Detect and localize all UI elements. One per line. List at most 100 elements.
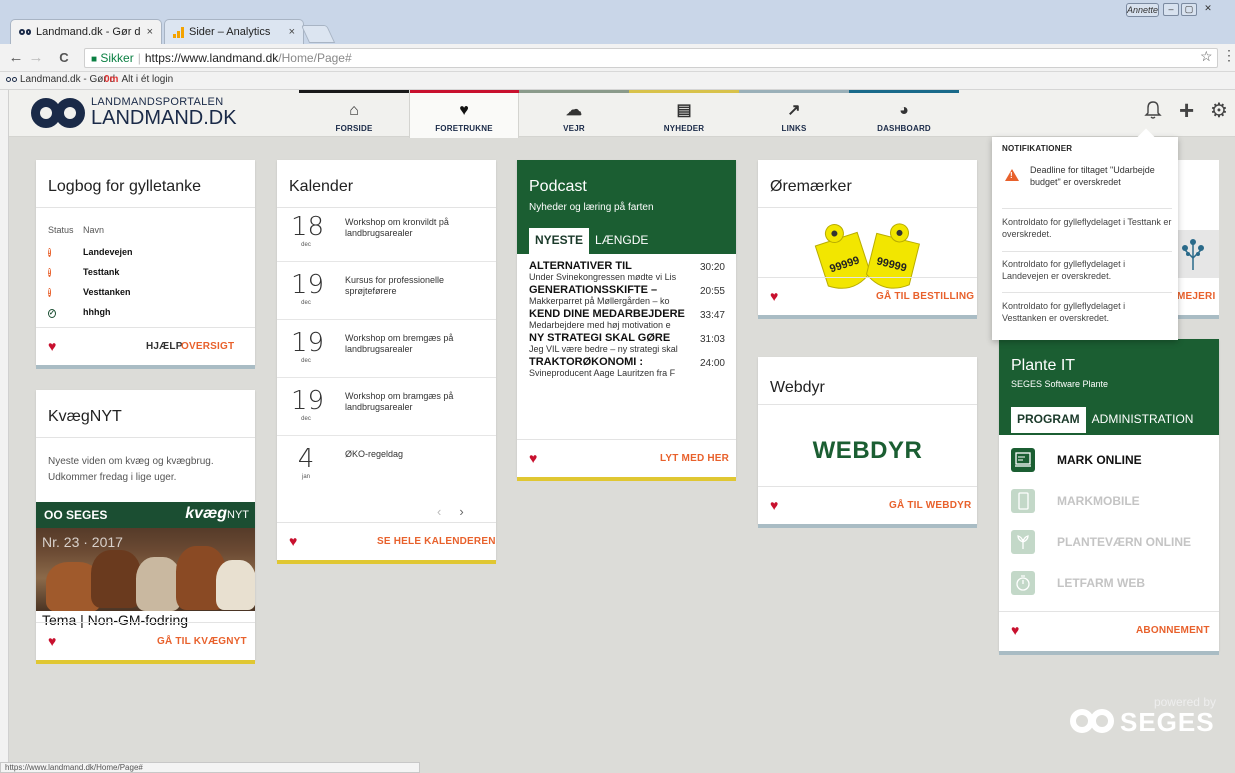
podcast-title: TRAKTORØKONOMI :: [529, 356, 644, 368]
back-arrow-icon[interactable]: ←: [8, 49, 24, 67]
kvaegnyt-link[interactable]: GÅ TIL KVÆGNYT: [157, 636, 247, 647]
heart-icon[interactable]: ♥: [770, 498, 784, 512]
podcast-length: 33:47: [699, 310, 725, 321]
mejeri-card: MEJERI: [1177, 160, 1219, 319]
calendar-event[interactable]: 4 jan ØKO-regeldag: [277, 436, 496, 494]
landmand-logo[interactable]: LANDMANDSPORTALEN LANDMAND.DK: [31, 97, 237, 128]
calendar-event[interactable]: 19 dec Kursus for professionelle sprøjte…: [277, 262, 496, 320]
card-footer: ♥ LYT MED HER: [517, 439, 736, 477]
calendar-event[interactable]: 19 dec Workshop om bramgæs på landbrugsa…: [277, 378, 496, 436]
notification-item[interactable]: Kontroldato for gylleflydelaget i Landev…: [1002, 258, 1172, 282]
tab-close-icon[interactable]: ×: [289, 26, 295, 38]
podcast-item[interactable]: NY STRATEGI SKAL GØRE Jeg VIL være bedre…: [529, 332, 729, 356]
nav-forside[interactable]: ⌂ FORSIDE: [299, 90, 409, 137]
bookmark-star-icon[interactable]: ☆: [1200, 48, 1213, 65]
subscription-link[interactable]: ABONNEMENT: [1136, 625, 1210, 636]
podcast-desc: Medarbejdere med høj motivation e: [529, 320, 671, 330]
profile-button[interactable]: Annette: [1126, 3, 1159, 17]
calendar-event[interactable]: 18 dec Workshop om kronvildt på landbrug…: [277, 204, 496, 262]
close-window-button[interactable]: ✕: [1200, 3, 1216, 16]
table-row[interactable]: ! Landevejen: [48, 242, 248, 262]
url-input[interactable]: ■ Sikker | https://www.landmand.dk/Home/Pa…: [84, 48, 1218, 68]
url-path: /Home/Page#: [278, 51, 352, 65]
kvaegnyt-logo: kvægNYT: [185, 505, 249, 522]
tab-nyeste[interactable]: NYESTE: [529, 228, 590, 254]
minimize-button[interactable]: –: [1163, 3, 1179, 16]
forward-arrow-icon[interactable]: →: [28, 49, 44, 67]
program-label: PLANTEVÆRN ONLINE: [1057, 534, 1192, 549]
tab-laengde[interactable]: LÆNGDE: [589, 228, 654, 254]
bookmark-landmand[interactable]: Landmand.dk - Gør d: [6, 74, 115, 85]
notifications-dropdown: NOTIFIKATIONER Deadline for tiltaget "Ud…: [992, 137, 1178, 340]
event-title: Workshop om bramgæs på landbrugsarealer: [345, 391, 454, 412]
tab-program[interactable]: PROGRAM: [1011, 407, 1086, 433]
podcast-desc: Jeg VIL være bedre – ny strategi skal: [529, 344, 678, 354]
nav-foretrukne[interactable]: ♥ FORETRUKNE: [409, 90, 520, 138]
podcast-item[interactable]: KEND DINE MEDARBEJDERE Medarbejdere med …: [529, 308, 729, 332]
nav-dashboard[interactable]: ◕ DASHBOARD: [849, 90, 959, 137]
browser-tab-landmand[interactable]: Landmand.dk - Gør det l ×: [10, 19, 162, 44]
nav-nyheder[interactable]: ▤ NYHEDER: [629, 90, 739, 137]
nav-links[interactable]: ↗ LINKS: [739, 90, 849, 137]
podcast-link[interactable]: LYT MED HER: [660, 453, 729, 464]
overview-link[interactable]: OVERSIGT: [181, 341, 234, 352]
bookmark-label: Landmand.dk - Gør d: [20, 74, 116, 85]
heart-icon[interactable]: ♥: [529, 451, 543, 465]
browser-titlebar: Landmand.dk - Gør det l × Sider – Analyt…: [0, 0, 1235, 44]
event-title: Workshop om kronvildt på landbrugsareale…: [345, 217, 449, 238]
seges-logo: OO SEGES: [44, 508, 108, 522]
webdyr-link[interactable]: GÅ TIL WEBDYR: [889, 500, 971, 511]
heart-icon[interactable]: ♥: [289, 534, 303, 548]
program-list: MARK ONLINE MARKMOBILE PLANTEVÆRN ONLINE…: [1011, 439, 1211, 603]
status-bar: https://www.landmand.dk/Home/Page#: [0, 762, 420, 773]
kvaegnyt-cover-image[interactable]: OO SEGES kvægNYT Nr. 23 · 2017: [36, 502, 255, 611]
calendar-link[interactable]: SE HELE KALENDEREN: [377, 536, 496, 547]
nav-vejr[interactable]: ☁ VEJR: [519, 90, 629, 137]
heart-icon[interactable]: ♥: [1011, 623, 1025, 637]
heart-icon[interactable]: ♥: [48, 339, 62, 353]
kvaegnyt-card: KvægNYT Nyeste viden om kvæg og kvægbrug…: [36, 390, 255, 664]
menu-kebab-icon[interactable]: ⋮: [1222, 47, 1235, 64]
tree-icon: [1177, 230, 1219, 278]
notification-item[interactable]: Kontroldato for gylleflydelaget i Vestta…: [1002, 300, 1172, 324]
new-tab-button[interactable]: [300, 25, 336, 43]
podcast-item[interactable]: TRAKTORØKONOMI : Svineproducent Aage Lau…: [529, 356, 729, 380]
order-link[interactable]: GÅ TIL BESTILLING: [876, 291, 974, 302]
podcast-header: Podcast Nyheder og læring på farten NYES…: [517, 160, 736, 254]
heart-icon[interactable]: ♥: [770, 289, 784, 303]
browser-tab-analytics[interactable]: Sider – Analytics ×: [164, 19, 304, 44]
reload-icon[interactable]: C: [56, 49, 72, 67]
heart-icon[interactable]: ♥: [48, 634, 62, 648]
table-row[interactable]: ✓ hhhgh: [48, 302, 248, 322]
help-link[interactable]: HJÆLP: [146, 341, 183, 352]
program-item[interactable]: MARK ONLINE: [1011, 439, 1211, 480]
card-footer: ♥ GÅ TIL KVÆGNYT: [36, 622, 255, 660]
landmand-favicon-icon: [19, 27, 31, 37]
tab-close-icon[interactable]: ×: [147, 26, 153, 38]
table-row[interactable]: ! Testtank: [48, 262, 248, 282]
landmand-favicon-icon: [6, 77, 17, 82]
tab-administration[interactable]: ADMINISTRATION: [1086, 407, 1200, 433]
chevron-right-icon[interactable]: ›: [459, 504, 463, 519]
plante-tabs: PROGRAM ADMINISTRATION: [1011, 407, 1199, 433]
mejeri-link[interactable]: MEJERI: [1177, 291, 1215, 302]
program-label: MARKMOBILE: [1057, 493, 1140, 508]
heart-icon: ♥: [459, 102, 469, 119]
nav-label: FORETRUKNE: [435, 124, 493, 133]
program-item[interactable]: MARKMOBILE: [1011, 480, 1211, 521]
check-circle-icon: ✓: [48, 308, 56, 318]
table-row[interactable]: ! Vesttanken: [48, 282, 248, 302]
chevron-left-icon[interactable]: ‹: [437, 504, 441, 519]
program-item[interactable]: PLANTEVÆRN ONLINE: [1011, 521, 1211, 562]
plus-icon[interactable]: +: [1179, 95, 1194, 126]
calendar-event[interactable]: 19 dec Workshop om bremgæs på landbrugsa…: [277, 320, 496, 378]
notification-item[interactable]: Kontroldato for gylleflydelaget i Testta…: [1002, 216, 1172, 240]
plante-subtitle: SEGES Software Plante: [1011, 379, 1109, 389]
gear-icon[interactable]: ⚙: [1210, 98, 1228, 123]
podcast-item[interactable]: ALTERNATIVER TIL Under Svinekongressen m…: [529, 260, 729, 284]
podcast-item[interactable]: GENERATIONSSKIFTE – Makkerparret på Møll…: [529, 284, 729, 308]
bell-icon[interactable]: [1144, 100, 1162, 125]
bookmark-login[interactable]: 0m Alt i ét login: [104, 74, 173, 85]
program-item[interactable]: LETFARM WEB: [1011, 562, 1211, 603]
maximize-button[interactable]: ▢: [1181, 3, 1197, 16]
